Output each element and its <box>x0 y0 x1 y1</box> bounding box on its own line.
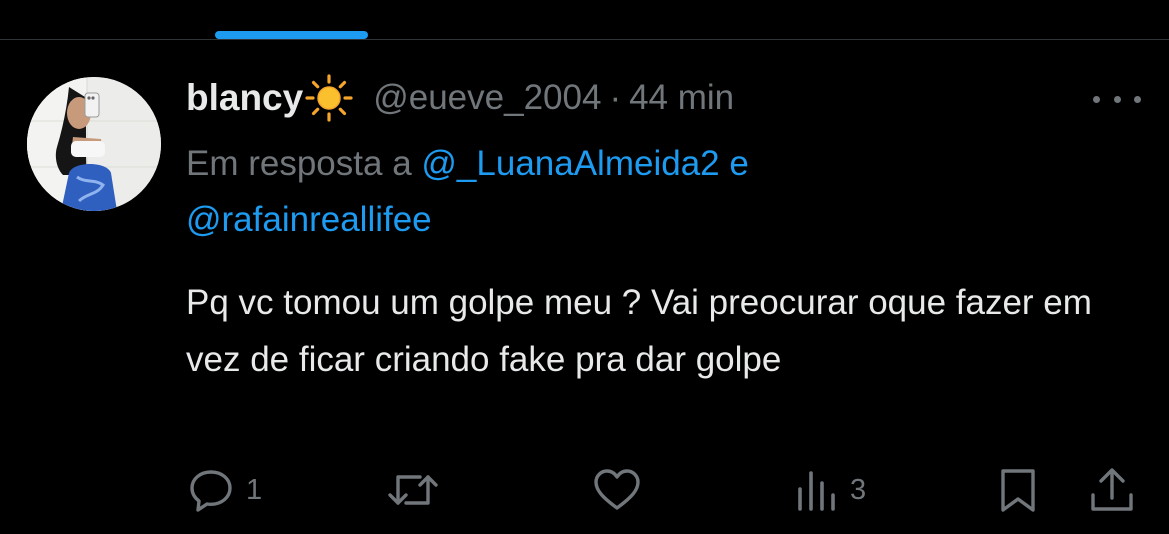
like-button[interactable] <box>592 464 652 516</box>
more-dot-icon <box>1093 95 1100 103</box>
reply-prefix: Em resposta a <box>186 144 412 183</box>
views-icon <box>798 471 835 511</box>
tweet-text: Pq vc tomou um golpe meu ? Vai preocurar… <box>186 283 1092 379</box>
sun-icon <box>305 74 353 122</box>
tweet-header: blancy @eueve_2004 · 44 min <box>186 74 734 122</box>
more-options-button[interactable] <box>1093 88 1141 110</box>
avatar[interactable] <box>27 77 161 211</box>
share-button[interactable] <box>1088 464 1136 516</box>
more-dot-icon <box>1113 95 1121 103</box>
bookmark-icon <box>1001 469 1035 512</box>
views-count: 3 <box>850 473 867 506</box>
retweet-button[interactable] <box>386 464 450 516</box>
views-button[interactable]: 3 <box>796 464 866 516</box>
user-handle[interactable]: @eueve_2004 <box>373 78 601 118</box>
heart-icon <box>594 469 640 510</box>
mention-link[interactable]: @_LuanaAlmeida2 <box>421 144 719 183</box>
share-icon <box>1091 468 1133 511</box>
timestamp[interactable]: 44 min <box>629 78 734 118</box>
reply-conjunction: e <box>729 144 749 183</box>
reply-context: Em resposta a @_LuanaAlmeida2 e @rafainr… <box>186 136 1126 248</box>
bookmark-button[interactable] <box>996 464 1040 516</box>
separator-dot: · <box>609 78 622 117</box>
display-name[interactable]: blancy <box>186 77 303 119</box>
reply-icon <box>190 470 232 512</box>
retweet-icon <box>388 475 438 505</box>
more-dot-icon <box>1134 95 1141 103</box>
mention-link[interactable]: @rafainreallifee <box>186 200 432 239</box>
active-tab-indicator <box>215 31 368 39</box>
reply-button[interactable]: 1 <box>186 464 262 516</box>
reply-count: 1 <box>246 473 263 506</box>
tab-divider <box>0 39 1169 40</box>
